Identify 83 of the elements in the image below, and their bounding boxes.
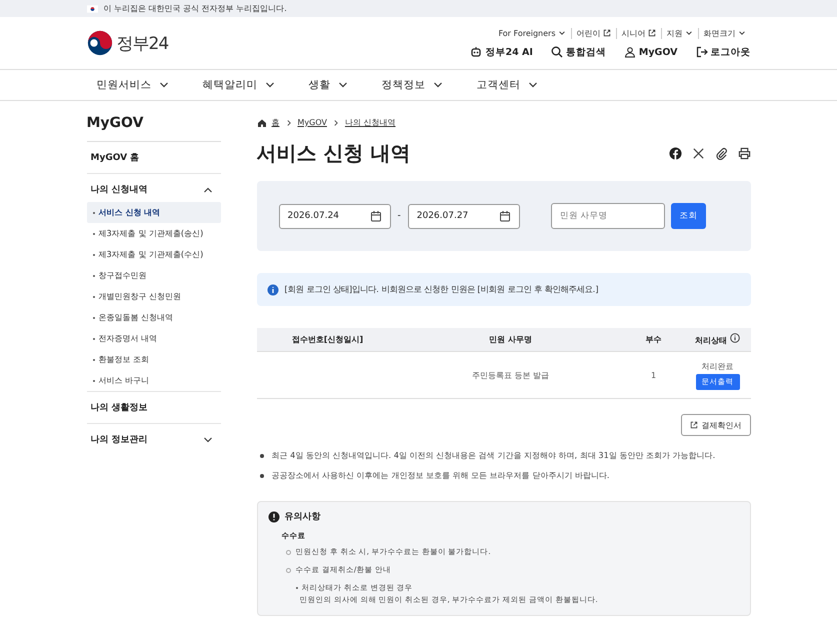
nav-menu-item[interactable]: 민원서비스 bbox=[96, 78, 168, 92]
bullet-icon bbox=[286, 568, 290, 572]
utility-link[interactable]: 화면크기 bbox=[698, 28, 750, 38]
nav-menu-item[interactable]: 혜택알리미 bbox=[202, 78, 274, 92]
note-text: 최근 4일 동안의 신청내역입니다. 4일 이전의 신청내용은 검색 기간을 지정해야 하며, 최대 31일 동안만 조회가 가능합니다. bbox=[272, 450, 716, 461]
sidebar-item[interactable]: 서비스 신청 내역 bbox=[86, 202, 220, 223]
sidebar-item[interactable]: 창구접수민원 bbox=[86, 265, 220, 286]
note-text: 공공장소에서 사용하신 이후에는 개인정보 보호를 위해 모든 브라우저를 닫아주시기 바랍니다. bbox=[272, 470, 610, 481]
utility-link[interactable]: 지원 bbox=[660, 28, 698, 38]
flag-icon bbox=[86, 4, 98, 12]
date-separator: - bbox=[398, 211, 401, 221]
paperclip-icon[interactable] bbox=[714, 147, 728, 160]
date-field[interactable]: 2026.07.27 bbox=[408, 204, 520, 228]
page-title: 서비스 신청 내역 bbox=[256, 140, 410, 167]
chevron-down-icon bbox=[528, 80, 538, 90]
chevron-down-icon bbox=[338, 80, 348, 90]
info-icon[interactable] bbox=[730, 333, 740, 343]
column-header: 부수 bbox=[622, 328, 684, 352]
utility-link[interactable]: 시니어 bbox=[616, 28, 660, 38]
external-link-icon bbox=[690, 421, 698, 429]
sidebar-section[interactable]: 나의 신청내역 bbox=[86, 174, 220, 202]
sidebar-item[interactable]: 제3자제출 및 기관제출(수신) bbox=[86, 244, 220, 265]
chevron-down-icon bbox=[432, 80, 442, 90]
breadcrumb-link[interactable]: MyGOV bbox=[298, 118, 327, 127]
column-header: 민원 사무명 bbox=[398, 328, 622, 352]
caution-title: 유의사항 bbox=[284, 511, 320, 523]
sidebar-item[interactable]: 온종일돌봄 신청내역 bbox=[86, 307, 220, 328]
nav-menu-item[interactable]: 정책정보 bbox=[382, 78, 442, 92]
header-link[interactable]: 통합검색 bbox=[550, 46, 606, 58]
search-button[interactable]: 조회 bbox=[670, 203, 706, 229]
sidebar-title: MyGOV bbox=[86, 115, 220, 142]
info-icon bbox=[266, 284, 278, 296]
sidebar-item[interactable]: 제3자제출 및 기관제출(송신) bbox=[86, 223, 220, 244]
chevron-down-icon bbox=[264, 80, 274, 90]
bullet-icon bbox=[286, 550, 290, 554]
home-icon bbox=[256, 118, 266, 128]
table-cell: 1 bbox=[622, 352, 684, 398]
sidebar-section[interactable]: 나의 정보관리 bbox=[86, 424, 220, 455]
chevron-right-icon bbox=[284, 118, 292, 126]
nav-menu-item[interactable]: 생활 bbox=[308, 78, 348, 92]
breadcrumb-link[interactable]: 나의 신청내역 bbox=[344, 117, 396, 128]
sidebar-section[interactable]: 나의 생활정보 bbox=[86, 392, 220, 423]
logo-text[interactable]: 정부24 bbox=[116, 32, 168, 54]
table-cell: 주민등록표 등본 발급 bbox=[398, 352, 622, 398]
sidebar-item[interactable]: 환불정보 조회 bbox=[86, 349, 220, 370]
calendar-icon bbox=[498, 210, 511, 222]
info-text: [회원 로그인 상태]입니다. 비회원으로 신청한 민원은 [비회원 로그인 후 확인해주세요.] bbox=[284, 284, 598, 295]
column-header: 처리상태 bbox=[684, 328, 750, 352]
search-icon bbox=[550, 46, 563, 58]
header-link[interactable]: MyGOV bbox=[624, 46, 678, 58]
facebook-icon[interactable] bbox=[668, 147, 682, 160]
nav-menu-item[interactable]: 고객센터 bbox=[476, 78, 538, 92]
external-link-icon bbox=[648, 29, 656, 37]
calendar-icon bbox=[370, 210, 382, 222]
top-notice: 이 누리집은 대한민국 공식 전자정부 누리집입니다. bbox=[104, 3, 287, 14]
chevron-down-icon bbox=[738, 29, 746, 37]
bullet-icon bbox=[260, 454, 264, 458]
alert-icon bbox=[268, 510, 280, 522]
utility-link[interactable]: For Foreigners bbox=[493, 28, 570, 38]
user-icon bbox=[624, 46, 636, 58]
chevron-down-icon bbox=[158, 80, 168, 90]
bullet-icon bbox=[260, 474, 264, 478]
chevron-down-icon bbox=[558, 29, 566, 37]
chevron-right-icon bbox=[332, 118, 340, 126]
utility-link[interactable]: 어린이 bbox=[570, 28, 616, 38]
sidebar-item[interactable]: 개별민원창구 신청민원 bbox=[86, 286, 220, 307]
date-field[interactable]: 2026.07.24 bbox=[278, 204, 390, 228]
robot-icon bbox=[470, 46, 482, 58]
chevron-down-icon bbox=[684, 29, 692, 37]
logo-icon bbox=[86, 30, 112, 56]
sidebar-item[interactable]: 서비스 바구니 bbox=[86, 370, 220, 391]
header-link[interactable]: 정부24 AI bbox=[470, 46, 533, 58]
header-link[interactable]: 로그아웃 bbox=[696, 46, 750, 58]
breadcrumb-link[interactable]: 홈 bbox=[272, 117, 280, 128]
sidebar-section[interactable]: MyGOV 홈 bbox=[86, 142, 220, 173]
column-header: 접수번호[신청일시] bbox=[256, 328, 398, 352]
status-text: 처리완료 bbox=[700, 360, 734, 372]
print-icon[interactable] bbox=[738, 147, 750, 160]
sidebar-item[interactable]: 전자증명서 내역 bbox=[86, 328, 220, 349]
x-logo-icon[interactable] bbox=[692, 147, 704, 160]
logout-icon bbox=[696, 46, 708, 58]
external-link-icon bbox=[602, 29, 610, 37]
search-field[interactable]: 민원 사무명 bbox=[550, 203, 665, 229]
